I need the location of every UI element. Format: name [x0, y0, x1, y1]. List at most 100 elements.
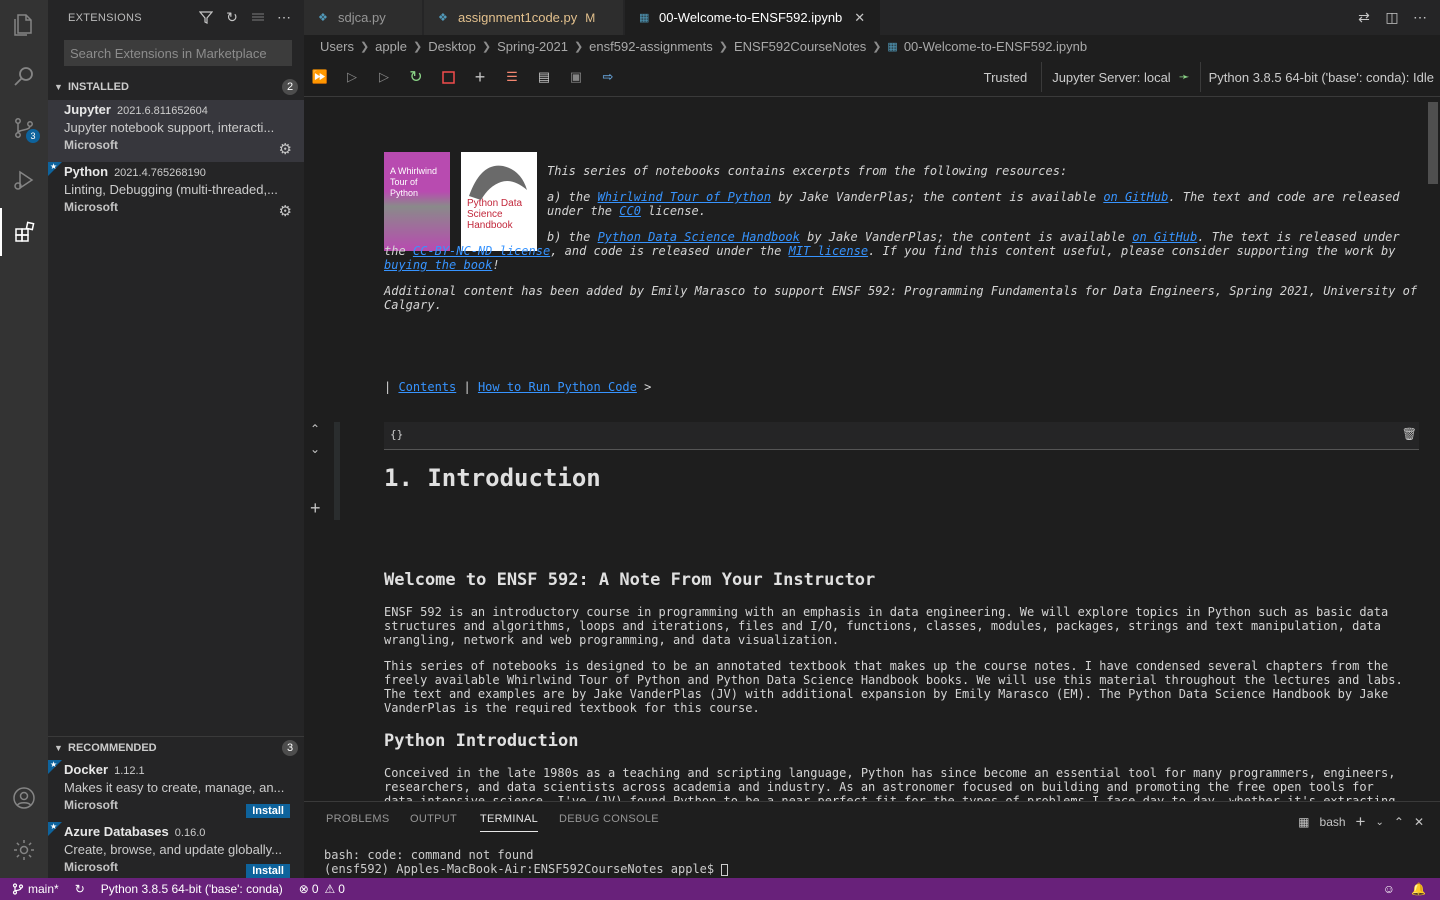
filter-icon[interactable] [198, 9, 214, 25]
run-above-icon[interactable]: ▷ [342, 67, 362, 87]
toolbar-divider [1041, 62, 1043, 92]
extension-version: 2021.6.811652604 [116, 105, 208, 117]
export-icon[interactable]: ⇨ [598, 67, 618, 87]
extensions-icon[interactable] [0, 208, 48, 256]
manage-gear-icon[interactable] [0, 826, 48, 874]
close-icon[interactable]: ✕ [854, 10, 865, 26]
tab-output[interactable]: OUTPUT [410, 813, 457, 825]
clear-outputs-icon[interactable]: ☰ [502, 67, 522, 87]
cell-type-tag[interactable]: {} [390, 428, 403, 441]
github-link[interactable]: on GitHub [1132, 230, 1197, 244]
extension-item-docker[interactable]: ★ Docker 1.12.1 Makes it easy to create,… [48, 760, 304, 822]
tab-problems[interactable]: PROBLEMS [326, 813, 390, 825]
buy-book-link[interactable]: buying the book [384, 258, 492, 272]
cc0-link[interactable]: CC0 [619, 204, 641, 218]
recommended-section-header[interactable]: ▼ RECOMMENDED 3 [48, 737, 304, 759]
feedback-icon[interactable]: ☺ [1375, 882, 1403, 896]
run-below-icon[interactable]: ▷ [374, 67, 394, 87]
compare-changes-icon[interactable]: ⇄ [1356, 9, 1372, 26]
recommended-star-icon: ★ [48, 822, 62, 836]
terminal-selector[interactable]: bash [1320, 815, 1346, 829]
restart-kernel-icon[interactable]: ↻ [406, 67, 426, 87]
extension-item-jupyter[interactable]: Jupyter 2021.6.811652604 Jupyter noteboo… [48, 100, 304, 162]
sync-icon[interactable]: ↻ [67, 882, 93, 896]
clear-icon[interactable] [250, 9, 266, 25]
terminal-icon: ▦ [1298, 815, 1310, 829]
tab-terminal[interactable]: TERMINAL [480, 813, 539, 832]
interrupt-kernel-icon[interactable] [438, 67, 458, 87]
notifications-bell-icon[interactable]: 🔔 [1403, 882, 1440, 896]
maximize-panel-icon[interactable]: ⌃ [1394, 815, 1404, 829]
installed-section-header[interactable]: ▼ INSTALLED 2 [48, 76, 304, 98]
breadcrumb-item[interactable]: Desktop [428, 39, 476, 54]
text: | [456, 380, 478, 394]
tab-assignment1code-py[interactable]: ❖ assignment1code.py M [424, 0, 624, 35]
whirlwind-tour-link[interactable]: Whirlwind Tour of Python [598, 190, 771, 204]
cc-license-link[interactable]: CC-BY-NC-ND license [413, 244, 550, 258]
python-intro-paragraph: Conceived in the late 1980s as a teachin… [384, 766, 1396, 801]
breadcrumb-item[interactable]: ENSF592CourseNotes [734, 39, 866, 54]
install-button[interactable]: Install [246, 804, 290, 818]
extension-name: Jupyter [64, 102, 111, 117]
python-interpreter-status[interactable]: Python 3.8.5 64-bit ('base': conda) [93, 882, 291, 896]
contents-link[interactable]: Contents [398, 380, 456, 394]
delete-cell-icon[interactable]: 🗑 [1402, 427, 1417, 441]
more-actions-icon[interactable]: ⋯ [1412, 9, 1428, 26]
chevron-down-icon: ▼ [54, 743, 63, 753]
scrollbar-thumb[interactable] [1428, 102, 1438, 184]
source-control-badge: 3 [26, 129, 40, 143]
more-actions-icon[interactable]: ⋯ [276, 9, 292, 25]
chevron-down-icon[interactable]: ⌄ [1375, 817, 1383, 828]
terminal-prompt[interactable]: (ensf592) Apples-MacBook-Air:ENSF592Cour… [324, 862, 729, 876]
notebook-scrollbar[interactable] [1426, 98, 1440, 801]
add-cell-icon[interactable]: + [470, 67, 490, 87]
add-cell-below-icon[interactable]: + [310, 498, 321, 519]
search-icon[interactable] [0, 52, 48, 100]
save-icon[interactable]: ▣ [566, 67, 586, 87]
breadcrumb-item[interactable]: Spring-2021 [497, 39, 568, 54]
jupyter-server-status[interactable]: Jupyter Server: local [1048, 70, 1175, 85]
move-cell-up-icon[interactable]: ⌃ [310, 422, 320, 436]
breadcrumb-item[interactable]: ensf592-assignments [589, 39, 713, 54]
problems-status[interactable]: ⊗ 0 ⚠ 0 [291, 882, 353, 896]
move-cell-down-icon[interactable]: ⌄ [310, 442, 320, 456]
text: by Jake VanderPlas; the content is avail… [770, 190, 1104, 204]
close-panel-icon[interactable]: ✕ [1414, 815, 1424, 829]
python-file-icon: ❖ [438, 12, 448, 24]
branch-name: main* [28, 882, 59, 896]
book-cover-title: Python Data Science Handbook [467, 198, 523, 231]
new-terminal-icon[interactable]: + [1356, 812, 1366, 832]
explorer-icon[interactable] [0, 0, 48, 48]
tab-welcome-notebook[interactable]: ▦ 00-Welcome-to-ENSF592.ipynb ✕ [625, 0, 881, 35]
source-control-icon[interactable]: 3 [0, 104, 48, 152]
breadcrumb-item[interactable]: apple [375, 39, 407, 54]
mit-license-link[interactable]: MIT license [789, 244, 868, 258]
tab-sdjca-py[interactable]: ❖ sdjca.py [304, 0, 423, 35]
run-debug-icon[interactable] [0, 156, 48, 204]
split-editor-icon[interactable]: ◫ [1384, 9, 1400, 26]
manage-gear-icon[interactable]: ⚙ [279, 202, 292, 220]
chevron-right-icon: ❯ [481, 40, 492, 53]
account-icon[interactable] [0, 774, 48, 822]
handbook-link[interactable]: Python Data Science Handbook [598, 230, 800, 244]
manage-gear-icon[interactable]: ⚙ [279, 140, 292, 158]
trusted-status[interactable]: Trusted [976, 70, 1036, 85]
tab-debug-console[interactable]: DEBUG CONSOLE [559, 813, 659, 825]
intro-text: This series of notebooks contains excerp… [547, 164, 1068, 178]
git-branch-status[interactable]: main* [0, 882, 67, 896]
install-button[interactable]: Install [246, 864, 290, 878]
breadcrumb-item[interactable]: 00-Welcome-to-ENSF592.ipynb [904, 39, 1087, 54]
github-link[interactable]: on GitHub [1103, 190, 1168, 204]
kernel-status[interactable]: Python 3.8.5 64-bit ('base': conda): Idl… [1207, 70, 1434, 85]
run-all-icon[interactable]: ⏩ [310, 67, 330, 87]
breadcrumb-item[interactable]: Users [320, 39, 354, 54]
extension-item-azure-databases[interactable]: ★ Azure Databases 0.16.0 Create, browse,… [48, 822, 304, 878]
extension-item-python[interactable]: ★ Python 2021.4.765268190 Linting, Debug… [48, 162, 304, 224]
variables-icon[interactable]: ▤ [534, 67, 554, 87]
extensions-search-input[interactable] [64, 40, 292, 66]
text: . If you find this content useful, pleas… [868, 244, 1396, 258]
recommended-count: 3 [282, 740, 298, 756]
extension-name: Azure Databases [64, 824, 169, 839]
how-to-run-link[interactable]: How to Run Python Code [478, 380, 637, 394]
refresh-icon[interactable]: ↻ [224, 9, 240, 25]
